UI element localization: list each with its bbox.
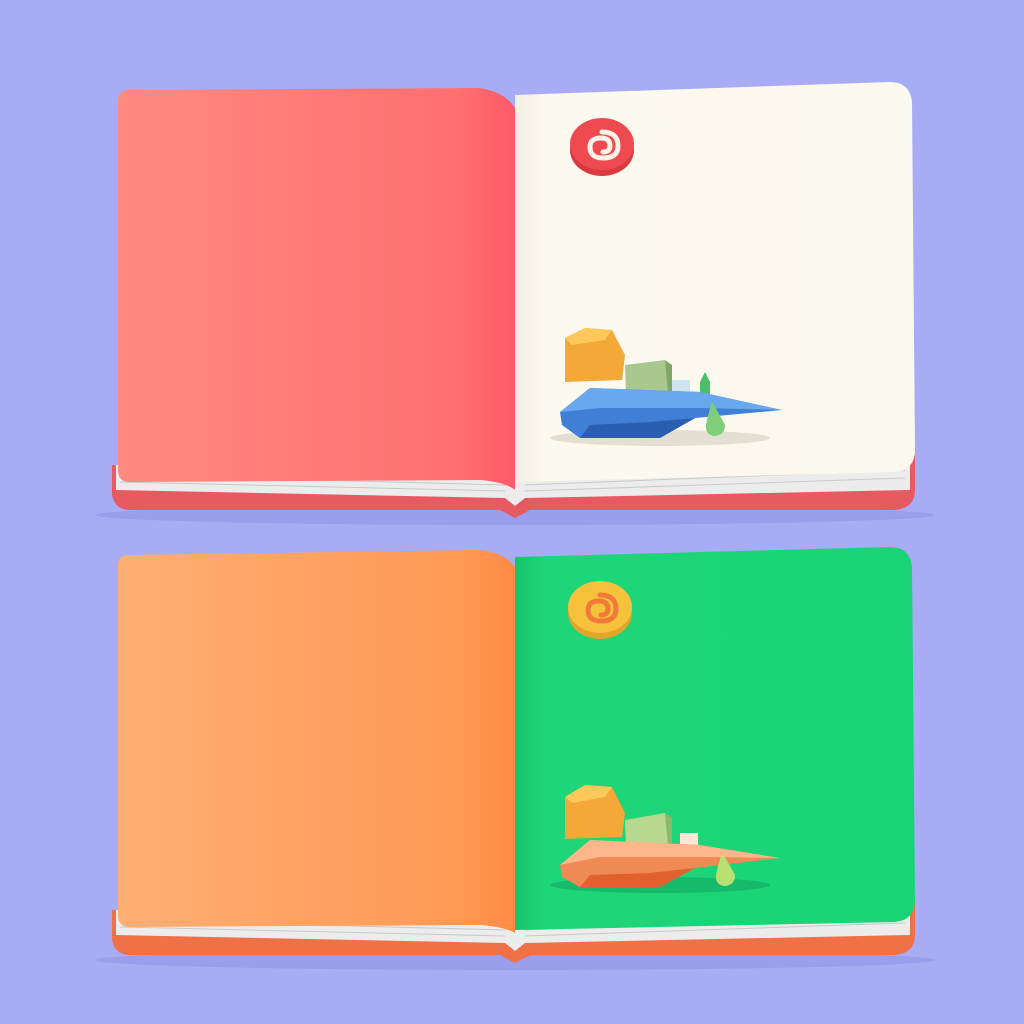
- swirl-sticker: [570, 118, 634, 176]
- notebook-scene: (function(){var g=document.currentScript…: [0, 0, 1024, 1024]
- left-page: [118, 550, 515, 933]
- swirl-sticker: [568, 581, 632, 639]
- left-page: [118, 88, 515, 490]
- notebook-bottom-graphic: (function(){var g=document.currentScript…: [95, 547, 935, 970]
- notebook-top: (function(){var g=document.currentScript…: [0, 70, 1024, 530]
- notebook-bottom: (function(){var g=document.currentScript…: [0, 535, 1024, 995]
- notebook-top-graphic: (function(){var g=document.currentScript…: [95, 82, 935, 525]
